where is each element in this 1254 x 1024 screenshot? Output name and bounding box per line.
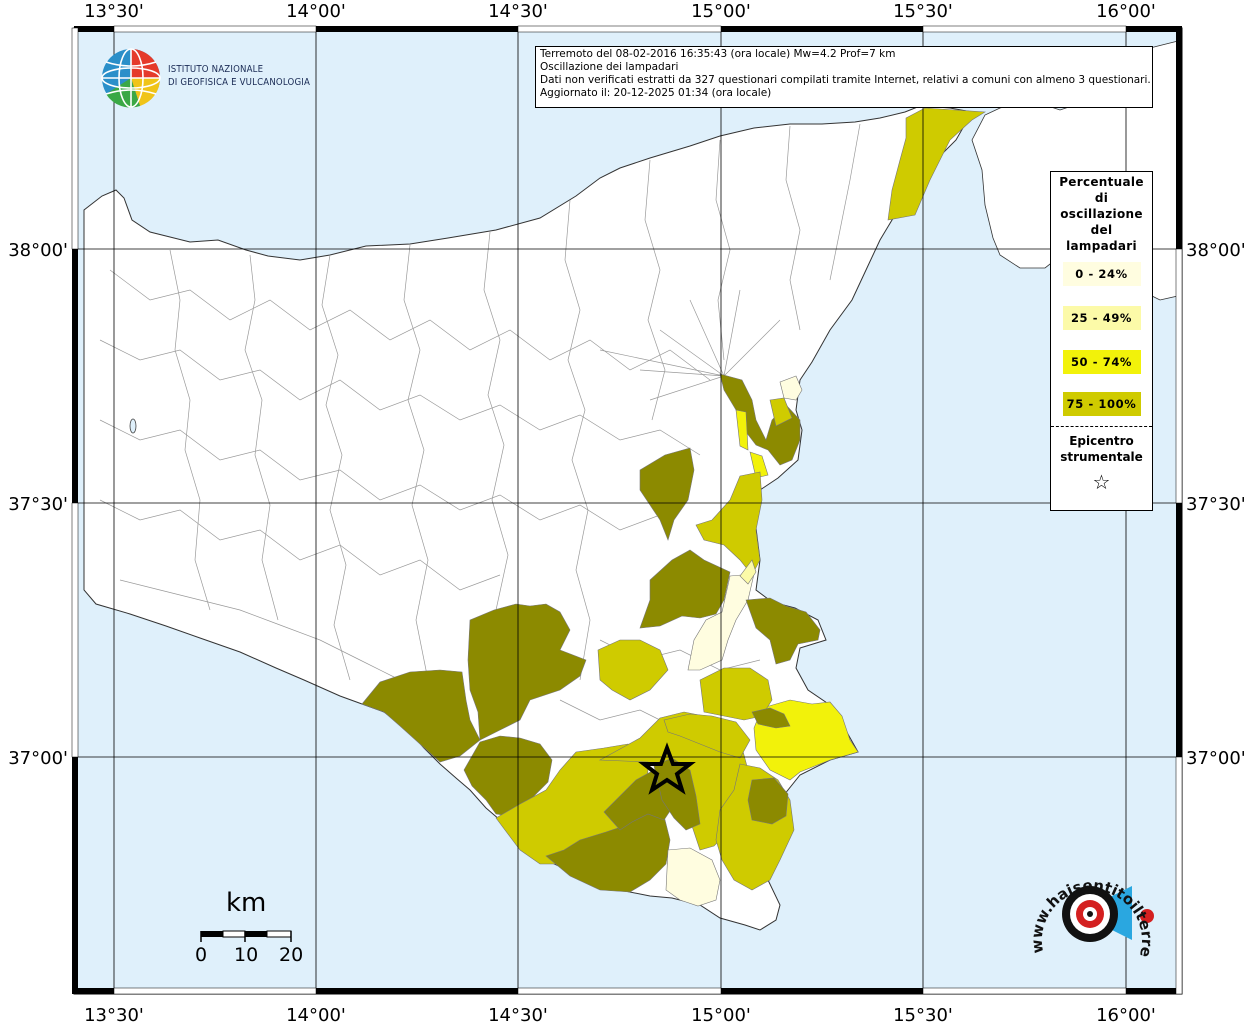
right-tick-1: 38°00': [1186, 240, 1246, 261]
bottom-tick-1: 13°30': [84, 1005, 144, 1024]
info-line2: Oscillazione dei lampadari: [540, 61, 679, 73]
legend-title-line: Percentuale: [1059, 175, 1144, 189]
left-tick-3: 37°00': [8, 748, 68, 769]
legend-title-line: di: [1094, 191, 1109, 205]
legend-epi-line: strumentale: [1060, 450, 1143, 464]
left-tick-2: 37°30': [8, 494, 68, 515]
top-tick-4: 15°00': [691, 1, 751, 22]
top-tick-2: 14°00': [286, 1, 346, 22]
bottom-tick-5: 15°30': [893, 1005, 953, 1024]
bottom-tick-labels: 13°30' 14°00' 14°30' 15°00' 15°30' 16°00…: [84, 1005, 1156, 1024]
info-line3: Dati non verificati estratti da 327 ques…: [540, 74, 1151, 86]
info-line1: Terremoto del 08-02-2016 16:35:43 (ora l…: [540, 48, 896, 60]
bottom-tick-4: 15°00': [691, 1005, 751, 1024]
scale-unit: km: [226, 888, 267, 918]
top-tick-3: 14°30': [488, 1, 548, 22]
earthquake-info-box: Terremoto del 08-02-2016 16:35:43 (ora l…: [535, 46, 1153, 108]
scale-label-10: 10: [234, 944, 259, 966]
bottom-tick-2: 14°00': [286, 1005, 346, 1024]
top-tick-5: 15°30': [893, 1, 953, 22]
legend-title-line: lampadari: [1066, 239, 1137, 253]
bottom-tick-6: 16°00': [1096, 1005, 1156, 1024]
left-tick-labels: 38°00' 37°30' 37°00': [8, 240, 68, 769]
legend-epicenter-label: Epicentro strumentale: [1051, 433, 1152, 465]
legend-title-line: oscillazione: [1060, 207, 1143, 221]
legend-item-0-24: 0 - 24%: [1062, 262, 1141, 286]
ingv-line2: DI GEOFISICA E VULCANOLOGIA: [168, 77, 311, 88]
right-tick-labels: 38°00' 37°30' 37°00': [1186, 240, 1246, 769]
legend-title-line: del: [1090, 223, 1113, 237]
legend: Percentuale di oscillazione del lampadar…: [1050, 171, 1153, 511]
legend-epi-line: Epicentro: [1069, 434, 1134, 448]
right-tick-2: 37°30': [1186, 494, 1246, 515]
left-tick-1: 38°00': [8, 240, 68, 261]
info-line4: Aggiornato il: 20-12-2025 01:34 (ora loc…: [540, 87, 772, 99]
lake: [129, 418, 137, 434]
scale-label-0: 0: [195, 944, 208, 966]
legend-star-icon: ☆: [1092, 470, 1111, 494]
legend-title: Percentuale di oscillazione del lampadar…: [1051, 174, 1152, 254]
right-tick-3: 37°00': [1186, 748, 1246, 769]
top-tick-6: 16°00': [1096, 1, 1156, 22]
legend-item-50-74: 50 - 74%: [1062, 350, 1141, 374]
legend-separator: [1051, 426, 1152, 427]
scale-label-20: 20: [279, 944, 304, 966]
top-tick-1: 13°30': [84, 1, 144, 22]
map-canvas: 13°30' 14°00' 14°30' 15°00' 15°30' 16°00…: [0, 0, 1246, 1024]
legend-item-75-100: 75 - 100%: [1062, 392, 1141, 416]
top-tick-labels: 13°30' 14°00' 14°30' 15°00' 15°30' 16°00…: [84, 1, 1156, 22]
bottom-tick-3: 14°30': [488, 1005, 548, 1024]
ingv-logo-icon: [101, 48, 161, 108]
ingv-line1: ISTITUTO NAZIONALE: [168, 64, 264, 75]
legend-item-25-49: 25 - 49%: [1062, 306, 1141, 330]
ingv-name: ISTITUTO NAZIONALE DI GEOFISICA E VULCAN…: [168, 63, 310, 89]
